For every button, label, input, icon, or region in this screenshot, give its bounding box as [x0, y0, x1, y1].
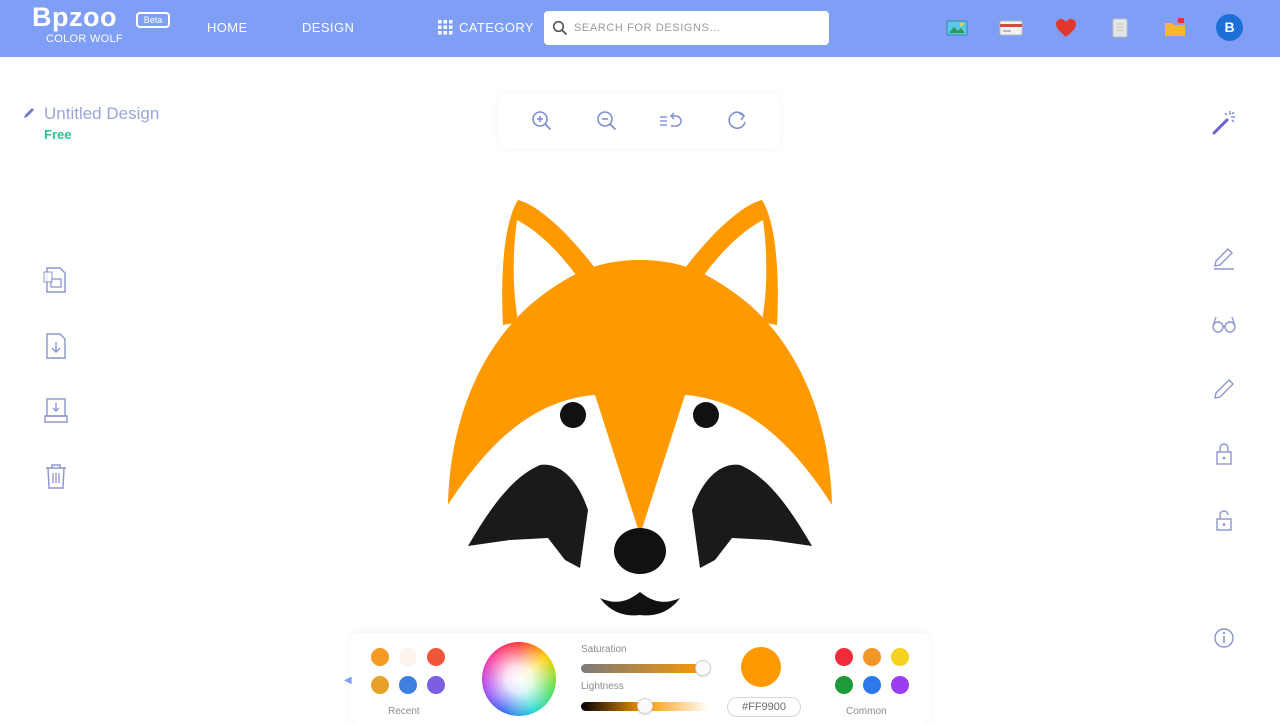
grid-icon[interactable]	[438, 20, 453, 35]
design-title[interactable]: Untitled Design	[44, 104, 159, 124]
card-icon[interactable]	[999, 16, 1023, 40]
common-color-swatch[interactable]	[835, 676, 853, 694]
rename-pencil-icon[interactable]	[22, 106, 36, 120]
editor-page: Bpzoo Beta COLOR WOLF HOME DESIGN CATEGO…	[0, 0, 1280, 723]
search-input[interactable]	[574, 19, 819, 37]
pen-icon[interactable]	[1210, 375, 1238, 403]
saturation-slider[interactable]	[581, 664, 709, 673]
info-icon[interactable]	[1210, 624, 1238, 652]
download-icon[interactable]	[42, 331, 70, 361]
recent-color-swatch[interactable]	[427, 648, 445, 666]
search-icon	[552, 20, 567, 35]
fox-right-eye	[693, 402, 719, 428]
saturation-label: Saturation	[581, 644, 627, 655]
recent-color-swatch[interactable]	[399, 648, 417, 666]
saturation-slider-handle[interactable]	[695, 660, 711, 676]
plan-badge: Free	[44, 127, 72, 142]
save-icon[interactable]	[42, 265, 70, 295]
design-canvas[interactable]	[430, 180, 850, 625]
common-color-swatch[interactable]	[863, 648, 881, 666]
selected-color-preview	[741, 647, 781, 687]
glasses-icon[interactable]	[1210, 310, 1238, 338]
image-icon[interactable]	[945, 16, 969, 40]
beta-badge: Beta	[136, 12, 170, 28]
logo[interactable]: Bpzoo	[32, 2, 117, 33]
top-nav-bar: Bpzoo Beta COLOR WOLF HOME DESIGN CATEGO…	[0, 0, 1280, 57]
magic-wand-icon[interactable]	[1210, 108, 1238, 136]
redo-icon[interactable]	[724, 108, 750, 134]
fox-artwork[interactable]	[448, 200, 832, 616]
lightness-slider-handle[interactable]	[637, 698, 653, 714]
canvas-toolbar	[498, 93, 780, 148]
undo-icon[interactable]	[658, 108, 684, 134]
recent-color-swatch[interactable]	[427, 676, 445, 694]
heart-icon[interactable]	[1054, 16, 1078, 40]
color-wheel[interactable]	[482, 642, 556, 716]
avatar[interactable]: B	[1216, 14, 1243, 41]
recent-color-swatch[interactable]	[399, 676, 417, 694]
document-icon[interactable]	[1108, 16, 1132, 40]
lock-icon[interactable]	[1210, 440, 1238, 468]
nav-design[interactable]: DESIGN	[302, 20, 354, 35]
nav-home[interactable]: HOME	[207, 20, 248, 35]
hex-input[interactable]	[727, 697, 801, 717]
trash-icon[interactable]	[42, 461, 70, 491]
common-color-swatch[interactable]	[835, 648, 853, 666]
color-palette-panel: ◀ Recent Saturation Lightness Common	[344, 633, 930, 723]
common-color-swatch[interactable]	[891, 648, 909, 666]
recent-label: Recent	[388, 706, 420, 717]
export-icon[interactable]	[42, 396, 70, 426]
zoom-in-icon[interactable]	[529, 108, 555, 134]
zoom-out-icon[interactable]	[594, 108, 620, 134]
search-box	[544, 11, 829, 45]
logo-subtitle: COLOR WOLF	[46, 33, 123, 45]
fox-nose	[614, 528, 666, 574]
common-label: Common	[846, 706, 887, 717]
edit-icon[interactable]	[1210, 244, 1238, 272]
lightness-label: Lightness	[581, 681, 624, 692]
common-color-swatch[interactable]	[863, 676, 881, 694]
unlock-icon[interactable]	[1210, 506, 1238, 534]
palette-back-arrow-icon[interactable]: ◀	[344, 675, 352, 686]
fox-mouth	[600, 592, 680, 616]
recent-color-swatch[interactable]	[371, 676, 389, 694]
fox-left-eye	[560, 402, 586, 428]
folder-icon[interactable]	[1163, 16, 1187, 40]
recent-color-swatch[interactable]	[371, 648, 389, 666]
common-color-swatch[interactable]	[891, 676, 909, 694]
nav-category[interactable]: CATEGORY	[459, 20, 534, 35]
